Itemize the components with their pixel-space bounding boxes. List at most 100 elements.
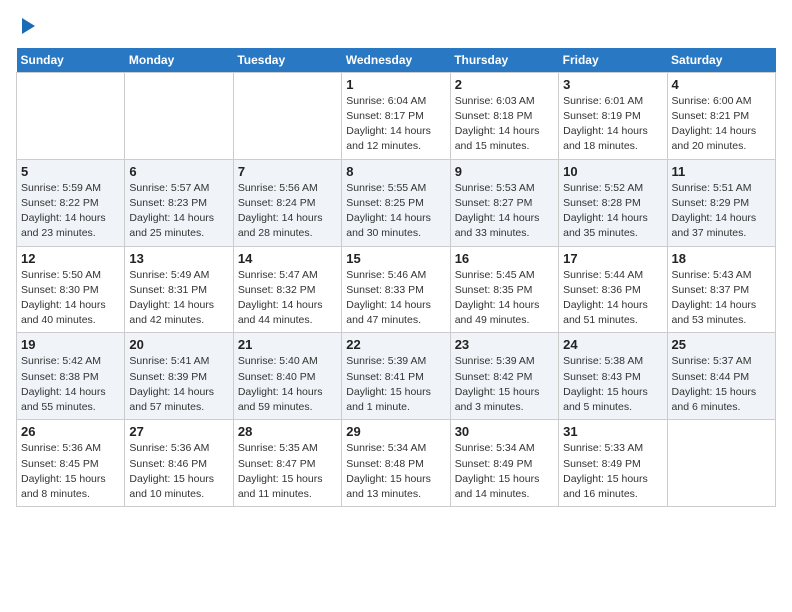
day-number: 19 bbox=[21, 337, 120, 352]
day-number: 18 bbox=[672, 251, 771, 266]
day-info: Sunrise: 5:46 AM Sunset: 8:33 PM Dayligh… bbox=[346, 268, 445, 329]
day-number: 30 bbox=[455, 424, 554, 439]
day-number: 21 bbox=[238, 337, 337, 352]
day-info: Sunrise: 5:50 AM Sunset: 8:30 PM Dayligh… bbox=[21, 268, 120, 329]
day-info: Sunrise: 5:34 AM Sunset: 8:49 PM Dayligh… bbox=[455, 441, 554, 502]
day-number: 7 bbox=[238, 164, 337, 179]
day-number: 14 bbox=[238, 251, 337, 266]
calendar-table: SundayMondayTuesdayWednesdayThursdayFrid… bbox=[16, 48, 776, 507]
day-info: Sunrise: 5:44 AM Sunset: 8:36 PM Dayligh… bbox=[563, 268, 662, 329]
day-number: 26 bbox=[21, 424, 120, 439]
calendar-cell: 19 Sunrise: 5:42 AM Sunset: 8:38 PM Dayli… bbox=[17, 333, 125, 420]
day-number: 9 bbox=[455, 164, 554, 179]
day-info: Sunrise: 6:01 AM Sunset: 8:19 PM Dayligh… bbox=[563, 94, 662, 155]
day-of-week-header: Wednesday bbox=[342, 48, 450, 73]
calendar-cell: 27 Sunrise: 5:36 AM Sunset: 8:46 PM Dayli… bbox=[125, 420, 233, 507]
day-number: 6 bbox=[129, 164, 228, 179]
calendar-cell: 30 Sunrise: 5:34 AM Sunset: 8:49 PM Dayli… bbox=[450, 420, 558, 507]
calendar-cell: 8 Sunrise: 5:55 AM Sunset: 8:25 PM Daylig… bbox=[342, 159, 450, 246]
day-info: Sunrise: 5:41 AM Sunset: 8:39 PM Dayligh… bbox=[129, 354, 228, 415]
day-number: 31 bbox=[563, 424, 662, 439]
page-header bbox=[16, 16, 776, 36]
day-number: 8 bbox=[346, 164, 445, 179]
day-info: Sunrise: 5:56 AM Sunset: 8:24 PM Dayligh… bbox=[238, 181, 337, 242]
calendar-cell: 11 Sunrise: 5:51 AM Sunset: 8:29 PM Dayli… bbox=[667, 159, 775, 246]
day-info: Sunrise: 5:55 AM Sunset: 8:25 PM Dayligh… bbox=[346, 181, 445, 242]
day-info: Sunrise: 5:34 AM Sunset: 8:48 PM Dayligh… bbox=[346, 441, 445, 502]
calendar-cell: 18 Sunrise: 5:43 AM Sunset: 8:37 PM Dayli… bbox=[667, 246, 775, 333]
day-info: Sunrise: 5:39 AM Sunset: 8:42 PM Dayligh… bbox=[455, 354, 554, 415]
day-of-week-header: Monday bbox=[125, 48, 233, 73]
day-number: 25 bbox=[672, 337, 771, 352]
day-info: Sunrise: 5:59 AM Sunset: 8:22 PM Dayligh… bbox=[21, 181, 120, 242]
day-number: 3 bbox=[563, 77, 662, 92]
day-number: 11 bbox=[672, 164, 771, 179]
day-info: Sunrise: 5:36 AM Sunset: 8:46 PM Dayligh… bbox=[129, 441, 228, 502]
day-info: Sunrise: 5:39 AM Sunset: 8:41 PM Dayligh… bbox=[346, 354, 445, 415]
day-info: Sunrise: 5:35 AM Sunset: 8:47 PM Dayligh… bbox=[238, 441, 337, 502]
day-info: Sunrise: 5:40 AM Sunset: 8:40 PM Dayligh… bbox=[238, 354, 337, 415]
logo-arrow-icon bbox=[22, 18, 35, 34]
day-of-week-header: Sunday bbox=[17, 48, 125, 73]
day-number: 13 bbox=[129, 251, 228, 266]
calendar-cell: 7 Sunrise: 5:56 AM Sunset: 8:24 PM Daylig… bbox=[233, 159, 341, 246]
day-number: 2 bbox=[455, 77, 554, 92]
day-of-week-header: Thursday bbox=[450, 48, 558, 73]
day-number: 1 bbox=[346, 77, 445, 92]
day-number: 28 bbox=[238, 424, 337, 439]
day-info: Sunrise: 5:43 AM Sunset: 8:37 PM Dayligh… bbox=[672, 268, 771, 329]
day-number: 27 bbox=[129, 424, 228, 439]
day-info: Sunrise: 5:51 AM Sunset: 8:29 PM Dayligh… bbox=[672, 181, 771, 242]
calendar-cell: 22 Sunrise: 5:39 AM Sunset: 8:41 PM Dayli… bbox=[342, 333, 450, 420]
day-info: Sunrise: 5:38 AM Sunset: 8:43 PM Dayligh… bbox=[563, 354, 662, 415]
calendar-cell bbox=[125, 72, 233, 159]
calendar-cell: 2 Sunrise: 6:03 AM Sunset: 8:18 PM Daylig… bbox=[450, 72, 558, 159]
calendar-cell: 25 Sunrise: 5:37 AM Sunset: 8:44 PM Dayli… bbox=[667, 333, 775, 420]
calendar-cell: 17 Sunrise: 5:44 AM Sunset: 8:36 PM Dayli… bbox=[559, 246, 667, 333]
day-number: 22 bbox=[346, 337, 445, 352]
calendar-cell: 4 Sunrise: 6:00 AM Sunset: 8:21 PM Daylig… bbox=[667, 72, 775, 159]
day-number: 12 bbox=[21, 251, 120, 266]
day-info: Sunrise: 5:53 AM Sunset: 8:27 PM Dayligh… bbox=[455, 181, 554, 242]
calendar-cell: 23 Sunrise: 5:39 AM Sunset: 8:42 PM Dayli… bbox=[450, 333, 558, 420]
day-of-week-header: Saturday bbox=[667, 48, 775, 73]
calendar-cell bbox=[17, 72, 125, 159]
day-number: 5 bbox=[21, 164, 120, 179]
calendar-cell: 1 Sunrise: 6:04 AM Sunset: 8:17 PM Daylig… bbox=[342, 72, 450, 159]
day-info: Sunrise: 5:37 AM Sunset: 8:44 PM Dayligh… bbox=[672, 354, 771, 415]
calendar-cell: 31 Sunrise: 5:33 AM Sunset: 8:49 PM Dayli… bbox=[559, 420, 667, 507]
calendar-cell bbox=[233, 72, 341, 159]
day-number: 24 bbox=[563, 337, 662, 352]
calendar-cell: 10Sunrise: 5:52 AM Sunset: 8:28 PM Dayli… bbox=[559, 159, 667, 246]
day-number: 15 bbox=[346, 251, 445, 266]
day-of-week-header: Tuesday bbox=[233, 48, 341, 73]
day-number: 16 bbox=[455, 251, 554, 266]
day-info: Sunrise: 5:45 AM Sunset: 8:35 PM Dayligh… bbox=[455, 268, 554, 329]
day-number: 23 bbox=[455, 337, 554, 352]
day-number: 17 bbox=[563, 251, 662, 266]
day-of-week-header: Friday bbox=[559, 48, 667, 73]
day-info: Sunrise: 6:04 AM Sunset: 8:17 PM Dayligh… bbox=[346, 94, 445, 155]
calendar-cell: 15 Sunrise: 5:46 AM Sunset: 8:33 PM Dayli… bbox=[342, 246, 450, 333]
calendar-cell: 14Sunrise: 5:47 AM Sunset: 8:32 PM Dayli… bbox=[233, 246, 341, 333]
calendar-cell: 13 Sunrise: 5:49 AM Sunset: 8:31 PM Dayli… bbox=[125, 246, 233, 333]
day-number: 4 bbox=[672, 77, 771, 92]
calendar-cell: 3 Sunrise: 6:01 AM Sunset: 8:19 PM Daylig… bbox=[559, 72, 667, 159]
day-info: Sunrise: 5:52 AM Sunset: 8:28 PM Dayligh… bbox=[563, 181, 662, 242]
day-number: 29 bbox=[346, 424, 445, 439]
calendar-cell: 5 Sunrise: 5:59 AM Sunset: 8:22 PM Daylig… bbox=[17, 159, 125, 246]
day-info: Sunrise: 6:00 AM Sunset: 8:21 PM Dayligh… bbox=[672, 94, 771, 155]
day-number: 20 bbox=[129, 337, 228, 352]
day-info: Sunrise: 5:57 AM Sunset: 8:23 PM Dayligh… bbox=[129, 181, 228, 242]
calendar-cell: 6 Sunrise: 5:57 AM Sunset: 8:23 PM Daylig… bbox=[125, 159, 233, 246]
day-info: Sunrise: 5:33 AM Sunset: 8:49 PM Dayligh… bbox=[563, 441, 662, 502]
day-info: Sunrise: 5:42 AM Sunset: 8:38 PM Dayligh… bbox=[21, 354, 120, 415]
day-info: Sunrise: 6:03 AM Sunset: 8:18 PM Dayligh… bbox=[455, 94, 554, 155]
calendar-cell: 21 Sunrise: 5:40 AM Sunset: 8:40 PM Dayli… bbox=[233, 333, 341, 420]
calendar-cell bbox=[667, 420, 775, 507]
calendar-cell: 29 Sunrise: 5:34 AM Sunset: 8:48 PM Dayli… bbox=[342, 420, 450, 507]
calendar-cell: 12 Sunrise: 5:50 AM Sunset: 8:30 PM Dayli… bbox=[17, 246, 125, 333]
calendar-cell: 16 Sunrise: 5:45 AM Sunset: 8:35 PM Dayli… bbox=[450, 246, 558, 333]
day-info: Sunrise: 5:49 AM Sunset: 8:31 PM Dayligh… bbox=[129, 268, 228, 329]
calendar-cell: 9 Sunrise: 5:53 AM Sunset: 8:27 PM Daylig… bbox=[450, 159, 558, 246]
